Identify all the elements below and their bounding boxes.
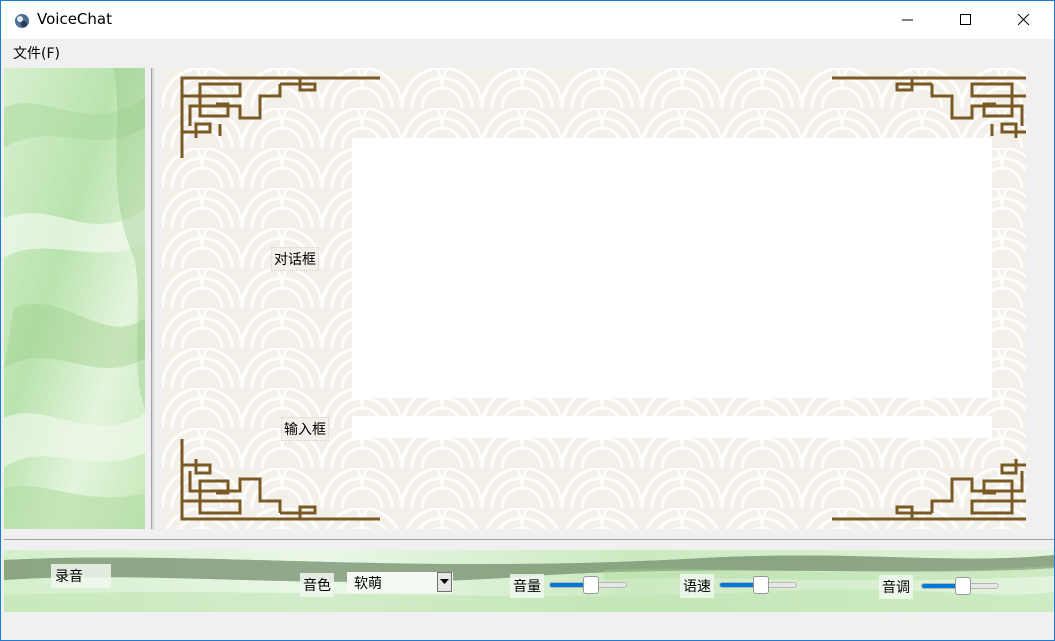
maximize-icon [960,14,971,25]
window-title: VoiceChat [37,10,112,28]
timbre-selected-value: 软萌 [354,576,382,592]
dialog-box[interactable] [352,138,992,398]
left-decoration-panel [4,68,145,529]
slider-thumb[interactable] [955,577,971,595]
title-bar[interactable]: VoiceChat [1,1,1054,39]
corner-ornament-bottom-left [180,439,380,521]
horizontal-splitter[interactable] [4,539,1054,540]
minimize-button[interactable] [879,1,937,39]
corner-ornament-bottom-right [832,459,1026,521]
timbre-label: 音色 [300,573,334,597]
pitch-label: 音调 [879,575,913,599]
record-button[interactable]: 录音 [51,564,111,588]
slider-thumb[interactable] [753,576,769,594]
speed-label: 语速 [680,574,714,598]
timbre-select[interactable]: 软萌 [347,572,453,593]
close-button[interactable] [995,1,1053,39]
minimize-icon [902,19,913,21]
dialog-box-label: 对话框 [271,247,319,271]
volume-slider[interactable] [549,574,627,594]
close-icon [1018,14,1030,26]
voicechat-window: VoiceChat 文件(F) 对话框 输入框 录音 音色 软萌 音量 语速 音… [0,0,1055,641]
menu-file[interactable]: 文件(F) [13,43,60,63]
volume-label: 音量 [510,574,544,598]
input-box-label: 输入框 [281,417,329,441]
speed-slider[interactable] [719,574,797,594]
slider-thumb[interactable] [583,576,599,594]
jade-texture-image [4,68,145,529]
status-bar [1,612,1054,640]
vertical-splitter[interactable] [151,68,154,529]
pitch-slider[interactable] [921,575,999,595]
menu-bar: 文件(F) [1,39,1054,65]
chevron-down-icon [440,579,449,584]
dropdown-arrow-button[interactable] [437,572,452,592]
maximize-button[interactable] [937,1,995,39]
app-icon [15,14,29,28]
message-input[interactable] [352,416,992,438]
